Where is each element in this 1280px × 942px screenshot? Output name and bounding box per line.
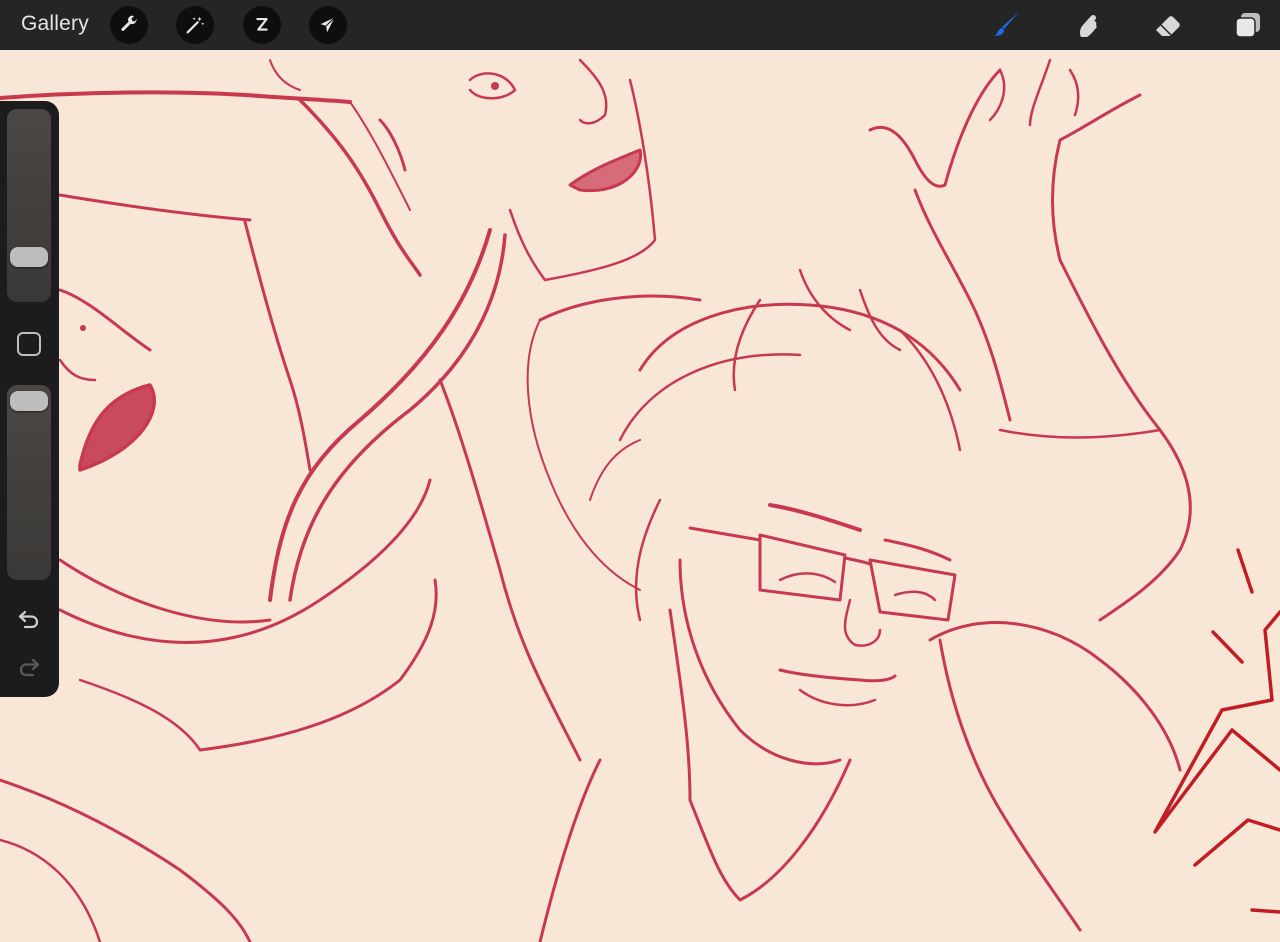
layers-icon [1235,13,1260,38]
redo-button[interactable] [15,653,43,681]
selection-s-icon [256,17,268,31]
drawing-canvas[interactable] [0,50,1280,942]
actions-button[interactable] [110,6,148,44]
opacity-thumb[interactable] [10,391,48,411]
sketch-artwork [0,58,1280,942]
modify-button[interactable] [17,332,41,356]
brush-size-slider[interactable] [7,109,51,302]
layers-button[interactable] [1230,7,1266,43]
smudge-button[interactable] [1069,7,1105,43]
left-sidebar [0,101,59,697]
magic-wand-icon [186,16,205,34]
brush-size-thumb[interactable] [10,247,48,267]
adjustments-button[interactable] [176,6,214,44]
selection-button[interactable] [243,6,281,44]
wrench-icon [121,15,138,31]
transform-button[interactable] [309,6,347,44]
brush-button[interactable] [989,7,1025,43]
eraser-icon [1156,16,1180,36]
redo-arrow-icon [19,658,40,677]
gallery-button[interactable]: Gallery [21,12,89,36]
eraser-button[interactable] [1150,7,1186,43]
opacity-slider[interactable] [7,385,51,580]
undo-arrow-icon [18,610,39,629]
arrow-cursor-icon [320,17,335,33]
smudge-finger-icon [1079,14,1097,37]
brush-icon [995,12,1019,36]
undo-button[interactable] [15,605,43,633]
top-toolbar: Gallery [0,0,1280,50]
